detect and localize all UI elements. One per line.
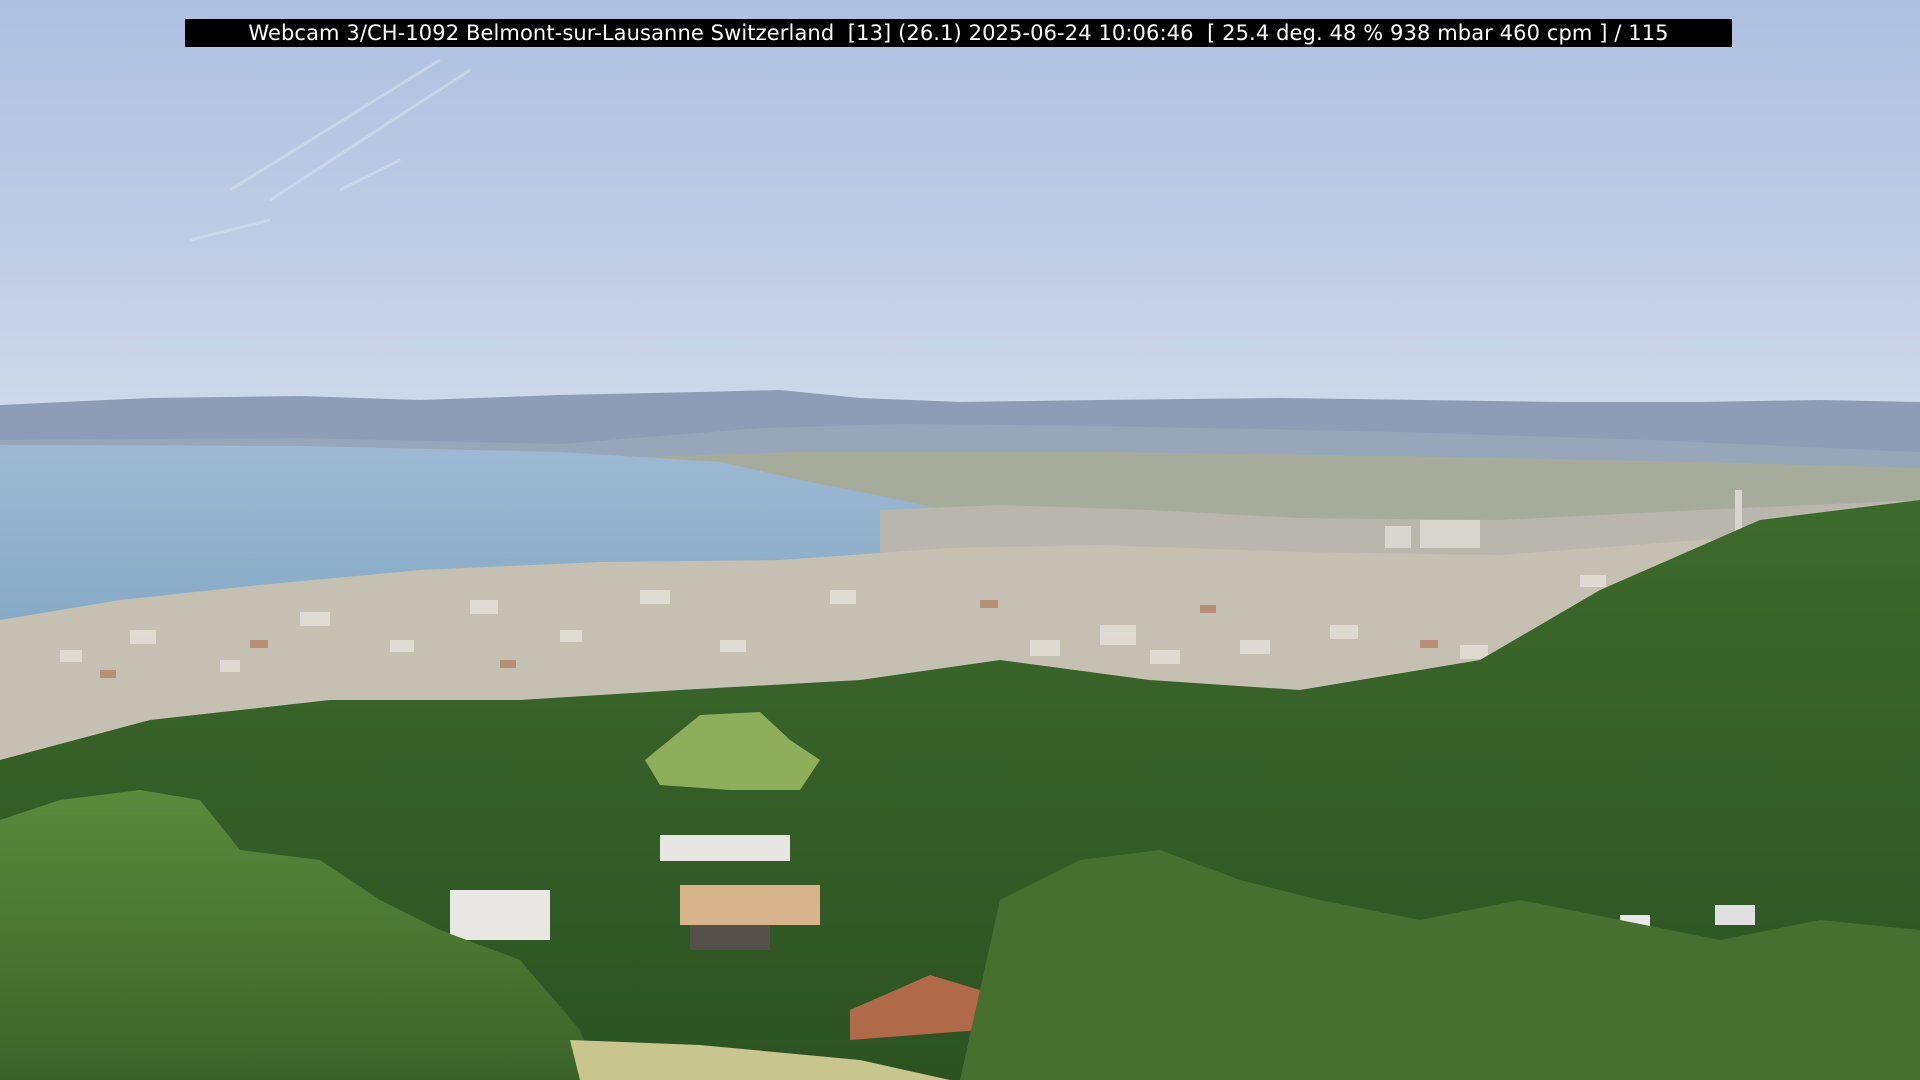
sky (0, 0, 1920, 420)
webcam-caption-bar: Webcam 3/CH-1092 Belmont-sur-Lausanne Sw… (185, 19, 1732, 47)
webcam-frame: Webcam 3/CH-1092 Belmont-sur-Lausanne Sw… (0, 0, 1920, 1080)
landscape-photo (0, 0, 1920, 1080)
webcam-caption: Webcam 3/CH-1092 Belmont-sur-Lausanne Sw… (248, 21, 1669, 45)
